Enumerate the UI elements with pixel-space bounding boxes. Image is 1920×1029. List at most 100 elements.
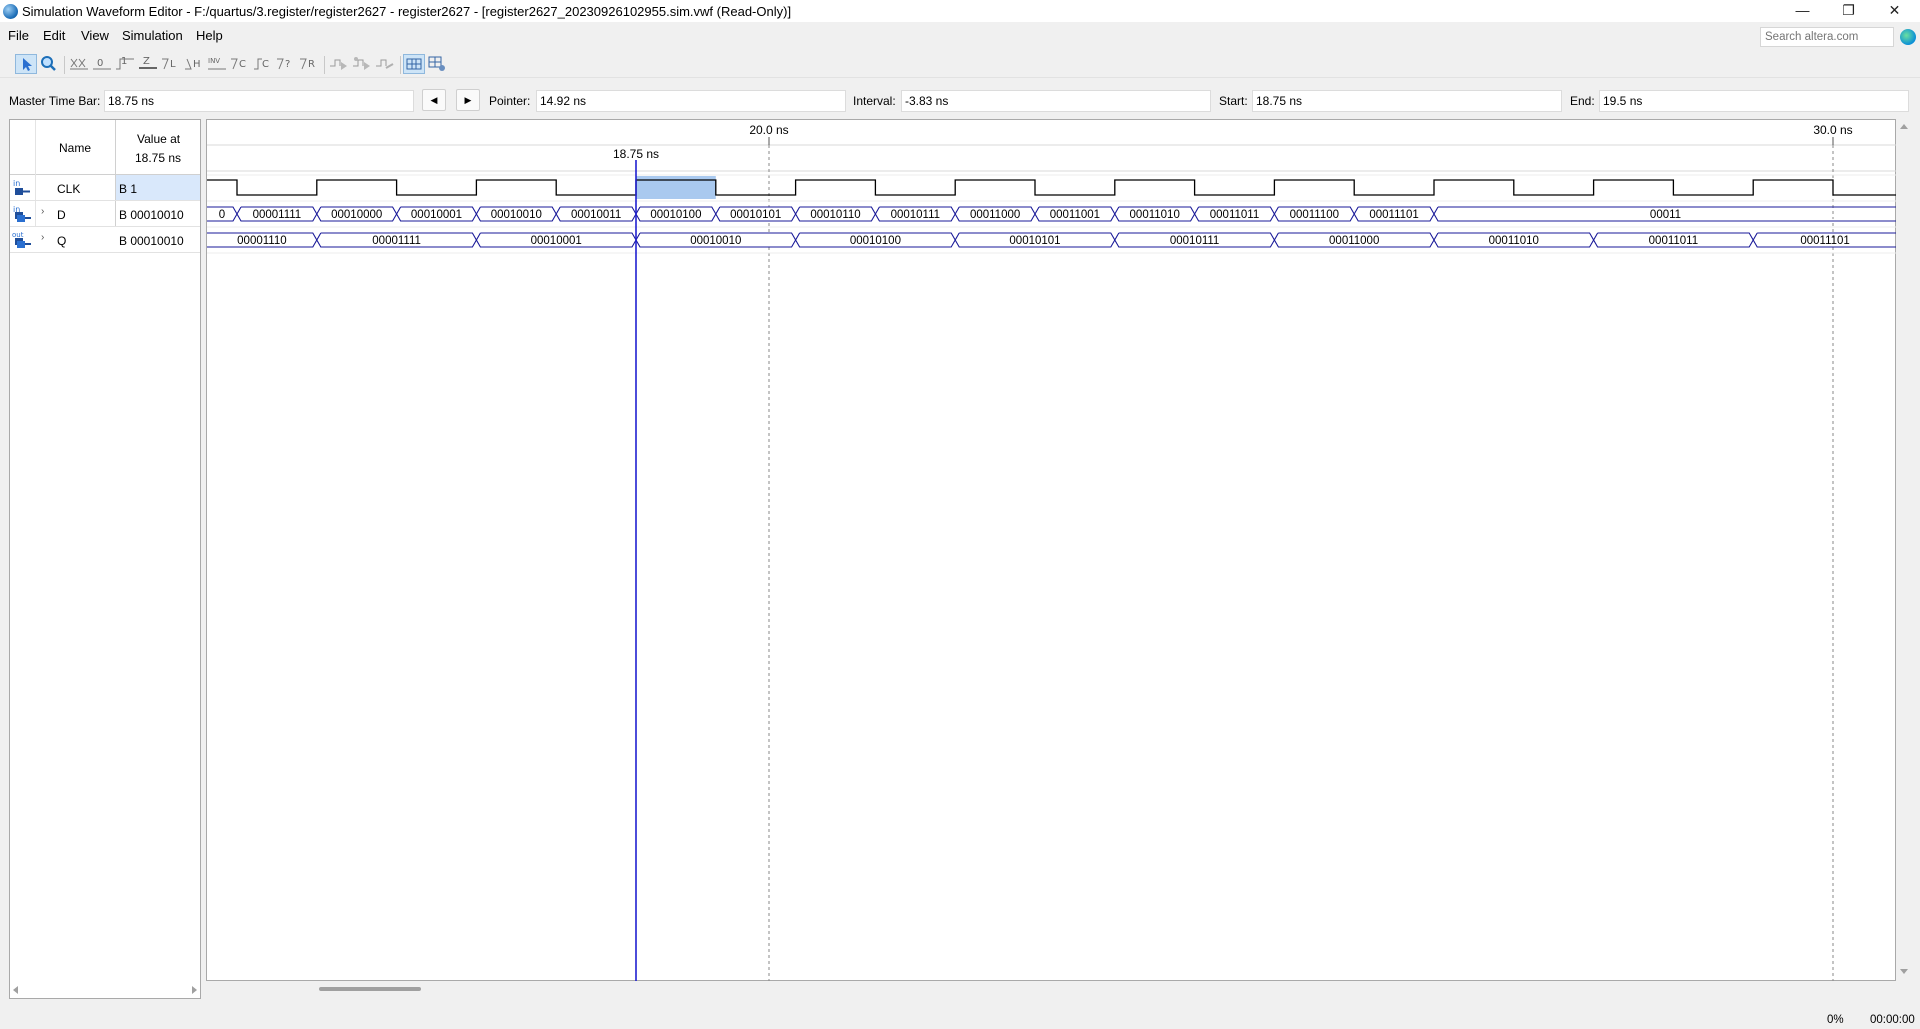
search-input[interactable]	[1761, 28, 1891, 46]
bus-value-label: 00010111	[891, 209, 940, 221]
bus-value-label: 00001111	[253, 209, 302, 221]
menu-simulation[interactable]: Simulation	[122, 28, 183, 43]
menu-bar: File Edit View Simulation Help	[0, 24, 1920, 46]
master-time-bar-label: 18.75 ns	[613, 147, 659, 161]
svg-text:C: C	[239, 59, 246, 70]
bus-value-label: 00010010	[690, 235, 741, 247]
signal-row-d[interactable]: in › D B 00010010	[10, 201, 200, 227]
start-label: Start:	[1219, 94, 1248, 108]
svg-text:?: ?	[285, 59, 290, 70]
zoom-tool-icon[interactable]	[38, 54, 60, 74]
waveform-panel[interactable]: 20.0 ns 30.0 ns 18.75 ns 0 00001111 00010000 0…	[206, 119, 1897, 982]
minimize-button[interactable]: —	[1780, 0, 1825, 22]
start-field[interactable]: 18.75 ns	[1252, 90, 1562, 112]
waveform-horizontal-scrollbar[interactable]	[206, 981, 1896, 998]
name-column-header[interactable]: Name	[59, 141, 91, 155]
interval-field[interactable]: -3.83 ns	[901, 90, 1211, 112]
menu-edit[interactable]: Edit	[43, 28, 65, 43]
signal-row-clk[interactable]: in CLK B 1	[10, 175, 200, 201]
next-transition-button[interactable]: ▶	[456, 89, 480, 111]
signal-list-header: Name Value at 18.75 ns	[10, 120, 200, 175]
force-dont-care-icon[interactable]: ?	[275, 54, 297, 74]
signal-value-clk: B 1	[119, 182, 138, 196]
value-column-header-time: 18.75 ns	[135, 151, 182, 165]
svg-text:0: 0	[97, 58, 103, 69]
waveform-display[interactable]: 20.0 ns 30.0 ns 18.75 ns 0 00001111 00010000 0…	[207, 120, 1897, 982]
restore-button[interactable]: ❐	[1826, 0, 1871, 22]
svg-text:1: 1	[121, 56, 127, 67]
waveform-vertical-scrollbar[interactable]	[1896, 119, 1912, 981]
signal-value-d: B 00010010	[119, 208, 184, 222]
grid-settings-icon[interactable]	[426, 54, 448, 74]
title-bar: Simulation Waveform Editor - F:/quartus/…	[0, 0, 1920, 22]
signal-list-panel: Name Value at 18.75 ns in CLK B 1 in › D…	[9, 119, 201, 999]
signal-name-d: D	[57, 208, 66, 222]
d-bus-waveform: 0 00001111 00010000 00010001 00010010 0001001…	[207, 206, 1897, 222]
bus-value-label: 00011011	[1649, 235, 1698, 247]
bus-value-label: 00001111	[372, 235, 421, 247]
run-functional-simulation-icon[interactable]	[328, 54, 350, 74]
bus-value-label: 00010010	[491, 209, 542, 221]
force-unknown-icon[interactable]	[68, 54, 90, 74]
bus-value-label: 00010101	[730, 209, 781, 221]
time-label: 30.0 ns	[1813, 123, 1852, 137]
bus-value-label: 00010110	[810, 209, 860, 221]
prev-transition-button[interactable]: ◀	[422, 89, 446, 111]
force-low-icon[interactable]: 0	[91, 54, 113, 74]
window-title: Simulation Waveform Editor - F:/quartus/…	[22, 4, 792, 19]
bus-value-label: 00011101	[1369, 209, 1418, 221]
bus-value-label: 00001110	[237, 235, 286, 247]
bus-value-label: 00010111	[1170, 235, 1219, 247]
force-weak-low-icon[interactable]: L	[160, 54, 182, 74]
bus-value-label: 00010000	[331, 209, 382, 221]
clk-waveform	[207, 179, 1897, 196]
bus-value-label: 00011000	[1329, 235, 1379, 247]
menu-view[interactable]: View	[81, 28, 109, 43]
run-timing-simulation-icon[interactable]	[351, 54, 373, 74]
horizontal-scroll-thumb[interactable]	[319, 987, 421, 991]
expand-chevron-icon[interactable]: ›	[41, 232, 44, 243]
search-box[interactable]	[1760, 27, 1894, 47]
random-values-icon[interactable]: R	[298, 54, 320, 74]
value-column-header[interactable]: Value at	[137, 132, 180, 146]
q-bus-waveform: 00001110 00001111 00010001 00010010 00010100…	[207, 232, 1897, 248]
svg-text:INV: INV	[208, 57, 220, 65]
force-weak-high-icon[interactable]: H	[183, 54, 205, 74]
bus-value-label: 00011000	[970, 209, 1020, 221]
signal-row-q[interactable]: out › Q B 00010010	[10, 227, 200, 253]
signal-name-q: Q	[57, 234, 67, 248]
svg-text:out: out	[12, 231, 24, 239]
selection-tool-icon[interactable]	[15, 54, 37, 74]
quartus-app-icon	[3, 4, 18, 19]
signal-value-q: B 00010010	[119, 234, 184, 248]
output-bus-icon: out	[12, 230, 32, 250]
snap-to-grid-icon[interactable]	[403, 54, 425, 74]
force-high-impedance-icon[interactable]: Z	[137, 54, 159, 74]
bus-value-label: 00011011	[1210, 209, 1259, 221]
generate-netlist-icon[interactable]	[374, 54, 396, 74]
progress-text: 0%	[1827, 1014, 1844, 1026]
interval-label: Interval:	[853, 94, 896, 108]
globe-icon[interactable]	[1900, 29, 1916, 45]
time-label: 20.0 ns	[749, 123, 788, 137]
close-button[interactable]: ✕	[1872, 0, 1917, 22]
force-high-icon[interactable]: 1	[114, 54, 136, 74]
status-bar: 0% 00:00:00	[0, 1009, 1920, 1029]
invert-icon[interactable]: INV	[206, 54, 228, 74]
menu-file[interactable]: File	[8, 28, 29, 43]
force-clock-icon[interactable]: C	[252, 54, 274, 74]
svg-text:in: in	[13, 179, 20, 188]
expand-chevron-icon[interactable]: ›	[41, 206, 44, 217]
bus-value-label: 00011001	[1050, 209, 1100, 221]
master-time-bar-label: Master Time Bar:	[9, 94, 101, 108]
master-time-bar-field[interactable]: 18.75 ns	[104, 90, 414, 112]
toolbar: 0 1 Z L H INV C C ? R	[0, 52, 1920, 78]
bus-value-label: 00010100	[650, 209, 701, 221]
signal-list-horizontal-scrollbar[interactable]	[11, 982, 199, 998]
bus-value-label: 0	[219, 209, 225, 221]
count-value-icon[interactable]: C	[229, 54, 251, 74]
menu-help[interactable]: Help	[196, 28, 223, 43]
end-field[interactable]: 19.5 ns	[1599, 90, 1909, 112]
pointer-field[interactable]: 14.92 ns	[536, 90, 846, 112]
svg-text:R: R	[308, 59, 315, 70]
